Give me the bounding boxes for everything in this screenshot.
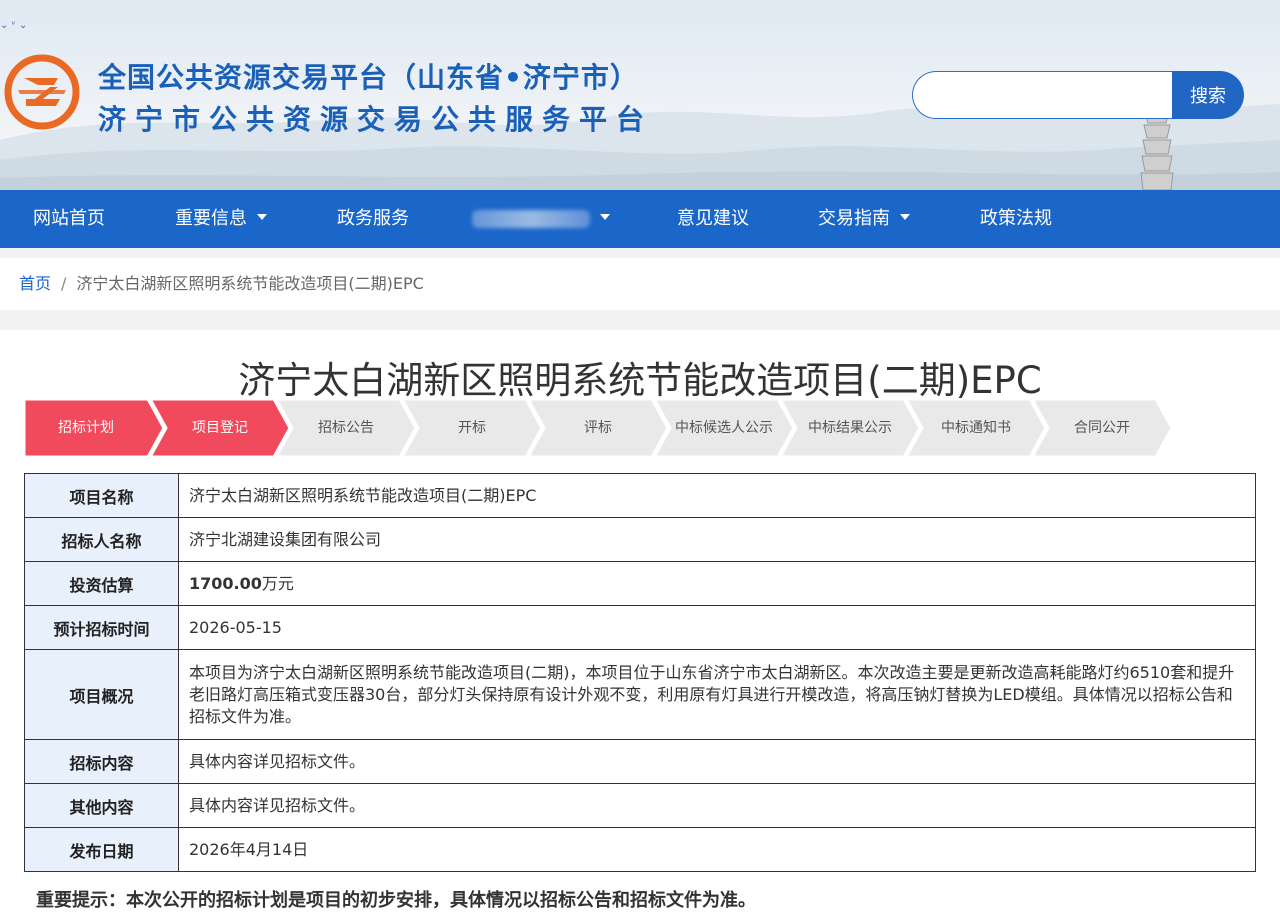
other-value: 具体内容详见招标文件。 — [178, 783, 1256, 828]
investment-value: 1700.00万元 — [178, 561, 1256, 606]
row-label: 招标内容 — [24, 739, 179, 784]
nav-item-label: 政务服务 — [337, 208, 409, 229]
step-label: 项目登记 — [192, 420, 248, 436]
nav-item-trade-guide[interactable]: 交易指南 — [818, 190, 910, 248]
table-row: 项目名称 济宁太白湖新区照明系统节能改造项目(二期)EPC — [24, 473, 1256, 518]
table-row: 招标人名称 济宁北湖建设集团有限公司 — [24, 517, 1256, 562]
platform-title: 全国公共资源交易平台（山东省•济宁市） — [98, 61, 639, 94]
tenderer-value: 济宁北湖建设集团有限公司 — [178, 517, 1256, 562]
table-row: 项目概况 本项目为济宁太白湖新区照明系统节能改造项目(二期)，本项目位于山东省济… — [24, 649, 1256, 740]
search-bar: 搜索 — [912, 71, 1244, 119]
row-label: 发布日期 — [24, 827, 179, 872]
table-row: 投资估算 1700.00万元 — [24, 561, 1256, 606]
platform-logo-icon — [4, 54, 80, 130]
site-header: ⌄ ᵛ ⌄ 全国公共资源交易平台（山东省•济宁市） 济宁市公共资源交易公共服务平… — [0, 0, 1280, 190]
caret-down-icon — [900, 214, 910, 220]
main-nav: 网站首页 重要信息 政务服务 意见建议 交易指南 政策法规 — [0, 190, 1280, 248]
step-label: 中标候选人公示 — [675, 420, 773, 436]
search-button[interactable]: 搜索 — [1172, 71, 1244, 119]
nav-item-label: 网站首页 — [33, 208, 105, 229]
table-row: 发布日期 2026年4月14日 — [24, 827, 1256, 872]
row-label: 投资估算 — [24, 561, 179, 606]
content-value: 具体内容详见招标文件。 — [178, 739, 1256, 784]
table-row: 预计招标时间 2026-05-15 — [24, 605, 1256, 650]
search-input[interactable] — [912, 71, 1184, 119]
row-label: 预计招标时间 — [24, 605, 179, 650]
nav-item-important-info[interactable]: 重要信息 — [175, 190, 267, 248]
step-label: 开标 — [458, 420, 486, 436]
step-label: 合同公开 — [1074, 420, 1130, 436]
step-project-register: 项目登记 — [150, 399, 290, 457]
row-label: 其他内容 — [24, 783, 179, 828]
nav-item-government-service[interactable]: 政务服务 — [337, 190, 409, 248]
investment-amount: 1700.00 — [189, 573, 262, 593]
table-row: 其他内容 具体内容详见招标文件。 — [24, 783, 1256, 828]
planned-time-value: 2026-05-15 — [178, 605, 1256, 650]
caret-down-icon — [257, 214, 267, 220]
breadcrumb: 首页 / 济宁太白湖新区照明系统节能改造项目(二期)EPC — [0, 258, 1280, 310]
row-label: 项目名称 — [24, 473, 179, 518]
step-result-publicity: 中标结果公示 — [780, 399, 920, 457]
nav-item-suggestions[interactable]: 意见建议 — [677, 190, 749, 248]
step-contract-publication: 合同公开 — [1032, 399, 1172, 457]
step-label: 招标公告 — [318, 420, 374, 436]
main-content: 济宁太白湖新区照明系统节能改造项目(二期)EPC 招标计划 项目登记 招标公告 开标 评… — [0, 330, 1280, 916]
project-name-value: 济宁太白湖新区照明系统节能改造项目(二期)EPC — [178, 473, 1256, 518]
step-bid-evaluation: 评标 — [528, 399, 668, 457]
nav-item-policies[interactable]: 政策法规 — [980, 190, 1052, 248]
step-label: 评标 — [584, 420, 612, 436]
project-info-table: 项目名称 济宁太白湖新区照明系统节能改造项目(二期)EPC 招标人名称 济宁北湖… — [24, 473, 1256, 872]
row-label: 招标人名称 — [24, 517, 179, 562]
step-label: 中标结果公示 — [808, 420, 892, 436]
step-bid-plan: 招标计划 — [24, 399, 164, 457]
progress-steps: 招标计划 项目登记 招标公告 开标 评标 中标候选人公示 中标结果公示 中标通知书 合同公开 — [24, 399, 1172, 457]
nav-item-label: 交易指南 — [818, 208, 890, 229]
nav-item-label: 政策法规 — [980, 208, 1052, 229]
caret-down-icon — [600, 214, 610, 220]
birds-decoration: ⌄ ᵛ ⌄ — [0, 20, 28, 31]
blurred-label — [472, 210, 590, 228]
breadcrumb-home-link[interactable]: 首页 — [19, 274, 51, 293]
breadcrumb-current: 济宁太白湖新区照明系统节能改造项目(二期)EPC — [76, 274, 424, 293]
nav-item-label: 重要信息 — [175, 208, 247, 229]
platform-subtitle: 济宁市公共资源交易公共服务平台 — [98, 103, 654, 136]
nav-item-home[interactable]: 网站首页 — [33, 190, 105, 248]
table-row: 招标内容 具体内容详见招标文件。 — [24, 739, 1256, 784]
overview-value: 本项目为济宁太白湖新区照明系统节能改造项目(二期)，本项目位于山东省济宁市太白湖… — [178, 649, 1256, 740]
step-bid-announcement: 招标公告 — [276, 399, 416, 457]
page-title: 济宁太白湖新区照明系统节能改造项目(二期)EPC — [238, 359, 1042, 402]
row-label: 项目概况 — [24, 649, 179, 740]
step-bid-opening: 开标 — [402, 399, 542, 457]
step-label: 中标通知书 — [941, 420, 1011, 436]
breadcrumb-separator: / — [61, 274, 67, 293]
step-label: 招标计划 — [58, 420, 114, 436]
important-notice: 重要提示：本次公开的招标计划是项目的初步安排，具体情况以招标公告和招标文件为准。 — [36, 890, 756, 911]
nav-item-obscured[interactable] — [472, 190, 610, 248]
nav-item-label: 意见建议 — [677, 208, 749, 229]
investment-unit: 万元 — [261, 573, 294, 593]
step-candidate-publicity: 中标候选人公示 — [654, 399, 794, 457]
publish-date-value: 2026年4月14日 — [178, 827, 1256, 872]
step-award-notice: 中标通知书 — [906, 399, 1046, 457]
